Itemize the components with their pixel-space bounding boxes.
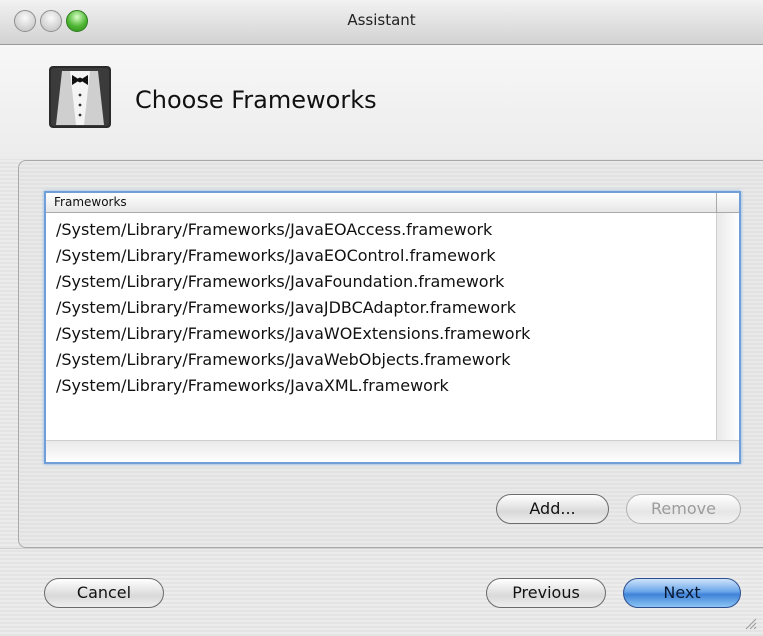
add-button[interactable]: Add... (496, 494, 609, 524)
assistant-header (0, 45, 763, 159)
column-divider (716, 193, 717, 212)
cancel-button[interactable]: Cancel (44, 578, 164, 608)
table-row[interactable]: /System/Library/Frameworks/JavaEOControl… (46, 243, 739, 269)
table-row[interactable]: /System/Library/Frameworks/JavaEOAccess.… (46, 217, 739, 243)
assistant-window: Assistant Choose Frameworks Frameworks /… (0, 0, 763, 636)
resize-grip-icon[interactable] (743, 616, 757, 630)
table-header[interactable]: Frameworks (46, 193, 739, 213)
table-row[interactable]: /System/Library/Frameworks/JavaXML.frame… (46, 373, 739, 399)
column-header-frameworks[interactable]: Frameworks (54, 195, 127, 209)
page-title: Choose Frameworks (135, 86, 377, 114)
table-row[interactable]: /System/Library/Frameworks/JavaFoundatio… (46, 269, 739, 295)
table-row[interactable]: /System/Library/Frameworks/JavaWOExtensi… (46, 321, 739, 347)
next-button[interactable]: Next (623, 578, 741, 608)
horizontal-scrollbar[interactable] (46, 440, 739, 462)
vertical-scrollbar[interactable] (716, 213, 739, 440)
table-row[interactable]: /System/Library/Frameworks/JavaJDBCAdapt… (46, 295, 739, 321)
tuxedo-icon (49, 66, 111, 128)
title-bar[interactable]: Assistant (0, 0, 763, 45)
table-rows: /System/Library/Frameworks/JavaEOAccess.… (46, 217, 739, 399)
table-row[interactable]: /System/Library/Frameworks/JavaWebObject… (46, 347, 739, 373)
divider (0, 548, 763, 549)
window-title: Assistant (347, 11, 416, 29)
remove-button[interactable]: Remove (626, 494, 741, 524)
previous-button[interactable]: Previous (486, 578, 606, 608)
frameworks-table[interactable]: Frameworks /System/Library/Frameworks/Ja… (44, 191, 741, 464)
